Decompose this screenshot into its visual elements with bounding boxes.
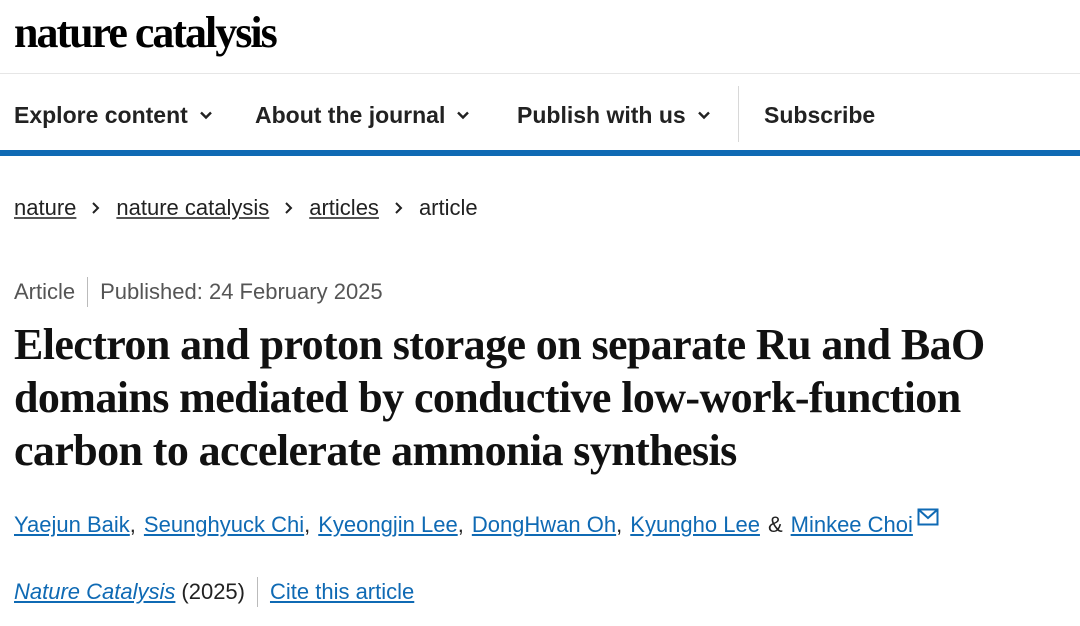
chevron-right-icon	[395, 202, 403, 214]
article-title: Electron and proton storage on separate …	[14, 320, 985, 475]
nav-publish-with-us-label: Publish with us	[517, 101, 686, 128]
breadcrumb: nature nature catalysis articles article	[14, 192, 478, 224]
nav-explore-content[interactable]: Explore content	[14, 100, 214, 130]
main-nav: Explore content About the journal Publis…	[0, 74, 1080, 156]
chevron-right-icon	[285, 202, 293, 214]
cite-article-link[interactable]: Cite this article	[270, 579, 414, 605]
nav-publish-with-us[interactable]: Publish with us	[517, 100, 712, 130]
breadcrumb-link-nature[interactable]: nature	[14, 195, 76, 221]
publish-date: Published: 24 February 2025	[100, 279, 383, 304]
nav-subscribe[interactable]: Subscribe	[764, 100, 875, 130]
journal-logo[interactable]: nature catalysis	[14, 6, 278, 60]
nav-subscribe-label: Subscribe	[764, 101, 876, 128]
author-link[interactable]: Yaejun Baik	[14, 512, 130, 538]
breadcrumb-current: article	[418, 195, 478, 220]
citation-divider	[256, 577, 258, 607]
author-link-corresponding[interactable]: Minkee Choi	[791, 512, 913, 538]
chevron-down-icon	[199, 111, 212, 120]
nav-about-journal[interactable]: About the journal	[255, 100, 471, 130]
chevron-down-icon	[697, 111, 710, 120]
author-separator: ,	[304, 512, 311, 537]
nav-divider	[738, 86, 739, 142]
nav-explore-content-label: Explore content	[14, 101, 188, 128]
citation-row: Nature Catalysis (2025) Cite this articl…	[14, 576, 414, 608]
author-link[interactable]: Kyeongjin Lee	[318, 512, 457, 538]
author-list: Yaejun Baik, Seunghyuck Chi, Kyeongjin L…	[14, 508, 939, 542]
author-link[interactable]: Seunghyuck Chi	[144, 512, 304, 538]
mail-icon[interactable]	[917, 508, 939, 526]
author-separator: ,	[616, 512, 623, 537]
article-meta: Article Published: 24 February 2025	[14, 276, 383, 308]
chevron-right-icon	[92, 202, 100, 214]
journal-link[interactable]: Nature Catalysis	[14, 579, 175, 605]
author-link[interactable]: Kyungho Lee	[630, 512, 760, 538]
meta-divider	[87, 277, 89, 307]
chevron-down-icon	[457, 111, 470, 120]
author-separator: ,	[129, 512, 136, 537]
breadcrumb-link-nature-catalysis[interactable]: nature catalysis	[116, 195, 269, 221]
author-separator: ,	[457, 512, 464, 537]
site-header: nature catalysis	[0, 0, 1080, 74]
nav-about-journal-label: About the journal	[255, 101, 446, 128]
author-joiner: &	[767, 512, 783, 537]
author-link[interactable]: DongHwan Oh	[472, 512, 616, 538]
breadcrumb-link-articles[interactable]: articles	[309, 195, 379, 221]
article-type: Article	[14, 279, 76, 304]
publication-year: (2025)	[181, 579, 245, 604]
